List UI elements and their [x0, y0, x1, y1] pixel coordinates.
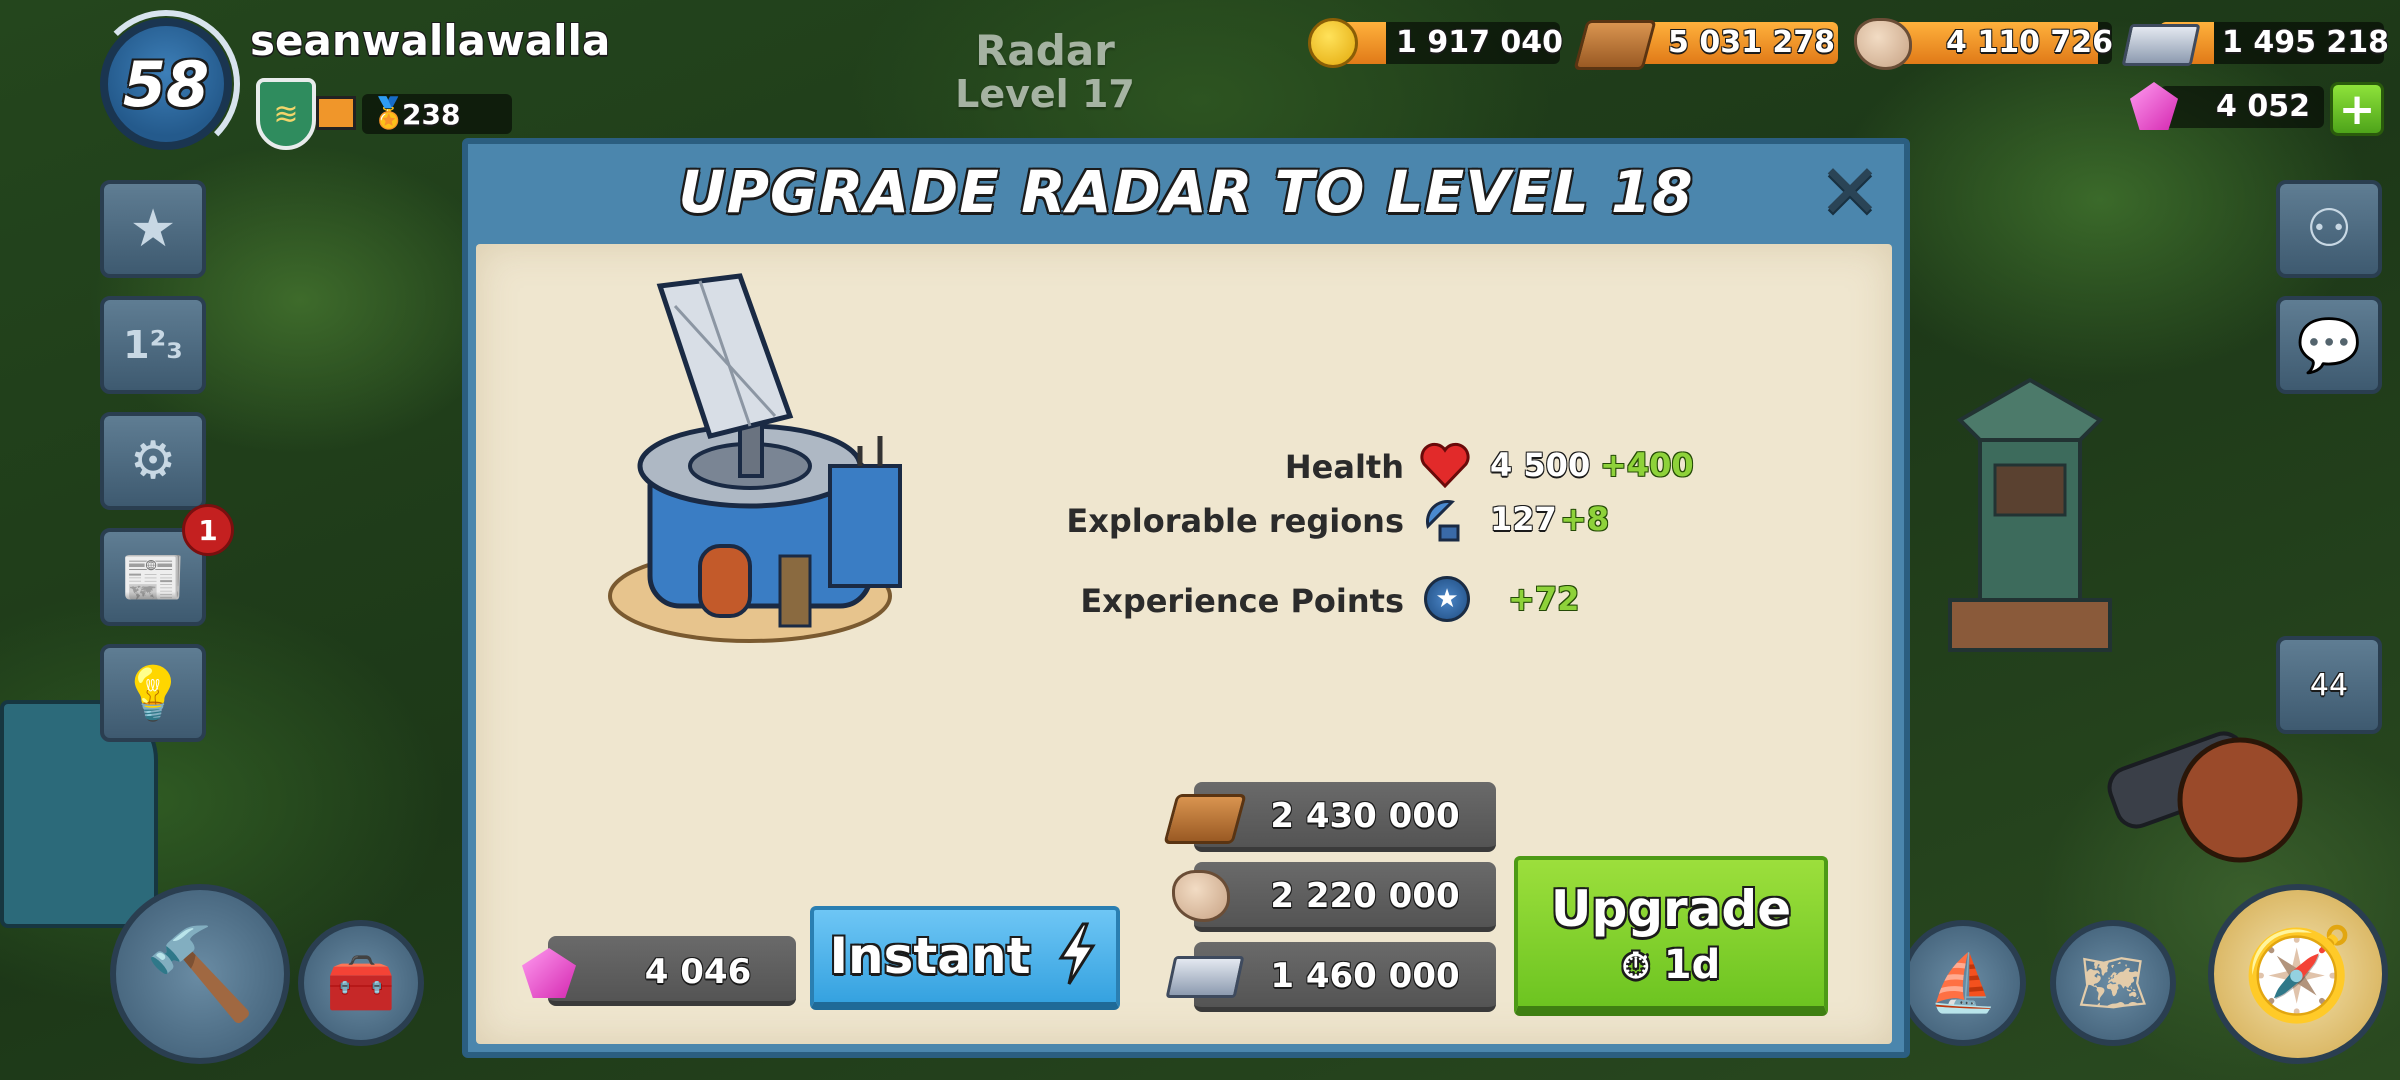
newspaper-icon: 📰: [120, 547, 186, 608]
dialog-title: UPGRADE RADAR TO LEVEL 18: [678, 158, 1694, 226]
troops-count: 44: [2309, 667, 2349, 703]
stat-xp-bonus: +72: [1508, 580, 1580, 618]
build-button[interactable]: 🔨: [110, 884, 290, 1064]
close-icon[interactable]: ✕: [1810, 147, 1890, 236]
inventory-button[interactable]: 🧰: [298, 920, 424, 1046]
gold-amount: 1 917 040: [1396, 25, 1564, 60]
rank-progress-bar: [316, 96, 356, 130]
player-level-badge[interactable]: 58: [100, 18, 232, 150]
radar-dish-icon: [1422, 496, 1470, 544]
background-tower[interactable]: [1930, 370, 2130, 660]
stars-icon: ★: [129, 199, 177, 259]
iron-cost-icon: [1165, 956, 1245, 998]
troops-button[interactable]: 44: [2276, 636, 2382, 734]
map-icon: 🗺: [2077, 951, 2149, 1016]
stat-regions-label: Explorable regions: [1066, 502, 1404, 540]
treasure-chest-icon: 🧰: [326, 951, 396, 1016]
chat-button[interactable]: 💬: [2276, 296, 2382, 394]
boat-button[interactable]: ⛵: [1900, 920, 2026, 1046]
settings-button[interactable]: ⚙: [100, 412, 206, 510]
building-name-label: Radar: [975, 26, 1115, 75]
medal-count: 238: [402, 98, 461, 131]
wood-amount: 5 031 278: [1668, 25, 1836, 60]
radar-building-image: [600, 266, 930, 666]
podium-icon: 1²₃: [123, 323, 183, 367]
upgrade-duration: 1d: [1663, 942, 1721, 988]
lightbulb-icon: 💡: [120, 663, 186, 724]
stat-regions-value: 127: [1490, 500, 1557, 538]
stone-amount: 4 110 726: [1946, 25, 2114, 60]
upgrade-button[interactable]: Upgrade ⏱ 1d: [1514, 856, 1828, 1016]
leaderboard-button[interactable]: 1²₃: [100, 296, 206, 394]
news-notification-badge: 1: [182, 504, 234, 556]
heart-icon: [1420, 442, 1470, 492]
upgrade-time: ⏱ 1d: [1518, 942, 1824, 988]
stat-health-bonus: +400: [1600, 446, 1694, 484]
experience-star-icon: ★: [1424, 576, 1470, 622]
diamond-amount: 4 052: [2216, 89, 2310, 124]
stat-health-label: Health: [1284, 448, 1404, 486]
stat-xp-label: Experience Points: [1080, 582, 1404, 620]
player-name[interactable]: seanwallawalla: [250, 16, 610, 65]
map-button[interactable]: 🗺: [2050, 920, 2176, 1046]
boat-icon: ⛵: [1928, 951, 1998, 1016]
upgrade-button-label: Upgrade: [1550, 880, 1792, 938]
buy-diamonds-button[interactable]: +: [2330, 82, 2384, 136]
iron-cost: 1 460 000: [1270, 956, 1460, 996]
group-icon: ⚇: [2305, 199, 2353, 259]
lightning-icon: [1053, 922, 1101, 990]
stone-cost: 2 220 000: [1270, 876, 1460, 916]
hints-button[interactable]: 💡: [100, 644, 206, 742]
stat-health-value: 4 500: [1490, 446, 1591, 484]
rank-chevron-icon[interactable]: ≋: [256, 78, 316, 150]
building-level-label: Level 17: [955, 72, 1135, 116]
stat-regions-bonus: +8: [1560, 500, 1610, 538]
compass-button[interactable]: 🧭: [2208, 884, 2388, 1064]
chat-bubble-icon: 💬: [2296, 315, 2362, 376]
stopwatch-icon: ⏱: [1621, 946, 1650, 987]
task-force-button[interactable]: ⚇: [2276, 180, 2382, 278]
wood-icon: [1573, 20, 1657, 70]
gear-icon: ⚙: [129, 431, 177, 491]
instant-button[interactable]: Instant: [810, 906, 1120, 1010]
iron-icon: [2121, 24, 2201, 66]
instant-button-label: Instant: [829, 927, 1031, 985]
wood-cost: 2 430 000: [1270, 796, 1460, 836]
iron-amount: 1 495 218: [2222, 25, 2390, 60]
victory-points-button[interactable]: ★: [100, 180, 206, 278]
gold-coin-icon: [1308, 18, 1358, 68]
instant-gem-cost: 4 046: [644, 952, 752, 992]
hammer-icon: 🔨: [143, 921, 257, 1027]
compass-icon: 🧭: [2241, 921, 2355, 1027]
